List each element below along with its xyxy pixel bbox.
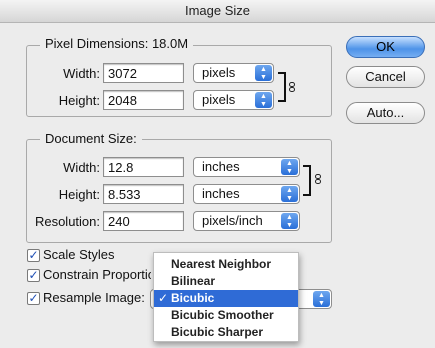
menu-item-nearest-neighbor[interactable]: Nearest Neighbor: [154, 256, 298, 273]
resample-image-checkbox[interactable]: ✓: [27, 292, 40, 305]
pixel-height-label: Height:: [58, 93, 100, 108]
stepper-arrows-icon: ▲ ▼: [281, 186, 298, 202]
menu-item-label: Bicubic Smoother: [171, 308, 274, 322]
menu-item-label: Bilinear: [171, 274, 216, 288]
pixel-dimensions-title: Pixel Dimensions: 18.0M: [40, 36, 194, 51]
doc-height-label: Height:: [58, 187, 100, 202]
doc-width-label: Width:: [63, 160, 100, 175]
menu-item-bicubic[interactable]: ✓ Bicubic: [154, 290, 298, 307]
menu-item-bilinear[interactable]: Bilinear: [154, 273, 298, 290]
pixel-width-unit-select[interactable]: pixels ▲ ▼: [193, 63, 274, 83]
pixel-width-unit-label: pixels: [202, 65, 236, 80]
constrain-proportions-label: Constrain Proportions: [43, 267, 151, 282]
chain-link-icon: [315, 172, 321, 184]
resolution-unit-select[interactable]: pixels/inch ▲ ▼: [193, 211, 300, 231]
stepper-arrows-icon: ▲ ▼: [255, 65, 272, 81]
scale-styles-label: Scale Styles: [43, 247, 115, 262]
doc-width-field[interactable]: 12.8: [103, 157, 184, 177]
menu-item-label: Nearest Neighbor: [171, 257, 272, 271]
doc-height-unit-select[interactable]: inches ▲ ▼: [193, 184, 300, 204]
resolution-field[interactable]: 240: [103, 211, 184, 231]
pixel-width-label: Width:: [63, 66, 100, 81]
doc-width-unit-label: inches: [202, 159, 240, 174]
pixel-dimensions-label: Pixel Dimensions:: [45, 36, 149, 51]
doc-height-field[interactable]: 8.533: [103, 184, 184, 204]
menu-item-label: Bicubic Sharper: [171, 325, 264, 339]
auto-button[interactable]: Auto...: [346, 102, 425, 124]
stepper-arrows-icon: ▲ ▼: [281, 213, 298, 229]
stepper-arrows-icon: ▲ ▼: [281, 159, 298, 175]
document-size-title: Document Size:: [40, 131, 142, 146]
resolution-label: Resolution:: [34, 214, 100, 229]
ok-button[interactable]: OK: [346, 36, 425, 58]
menu-item-label: Bicubic: [171, 291, 215, 305]
doc-constrain-bracket: [303, 165, 311, 196]
pixel-dimensions-size: 18.0M: [151, 36, 189, 51]
stepper-arrows-icon: ▲ ▼: [255, 92, 272, 108]
stepper-arrows-icon: ▲ ▼: [313, 291, 330, 307]
menu-item-bicubic-sharper[interactable]: Bicubic Sharper: [154, 324, 298, 341]
doc-height-unit-label: inches: [202, 186, 240, 201]
pixel-height-field[interactable]: 2048: [103, 90, 184, 110]
doc-width-unit-select[interactable]: inches ▲ ▼: [193, 157, 300, 177]
menu-item-bicubic-smoother[interactable]: Bicubic Smoother: [154, 307, 298, 324]
pixel-constrain-bracket: [278, 72, 286, 102]
chain-link-icon: [289, 80, 295, 92]
window-title: Image Size: [0, 0, 435, 23]
pixel-height-unit-select[interactable]: pixels ▲ ▼: [193, 90, 274, 110]
resample-image-label: Resample Image:: [43, 290, 145, 305]
resample-method-menu: Nearest Neighbor Bilinear ✓ Bicubic Bicu…: [153, 252, 299, 342]
resolution-unit-label: pixels/inch: [202, 213, 263, 228]
pixel-width-field[interactable]: 3072: [103, 63, 184, 83]
cancel-button[interactable]: Cancel: [346, 66, 425, 88]
scale-styles-checkbox[interactable]: ✓: [27, 249, 40, 262]
checkmark-icon: ✓: [158, 291, 169, 305]
pixel-height-unit-label: pixels: [202, 92, 236, 107]
constrain-proportions-checkbox[interactable]: ✓: [27, 269, 40, 282]
